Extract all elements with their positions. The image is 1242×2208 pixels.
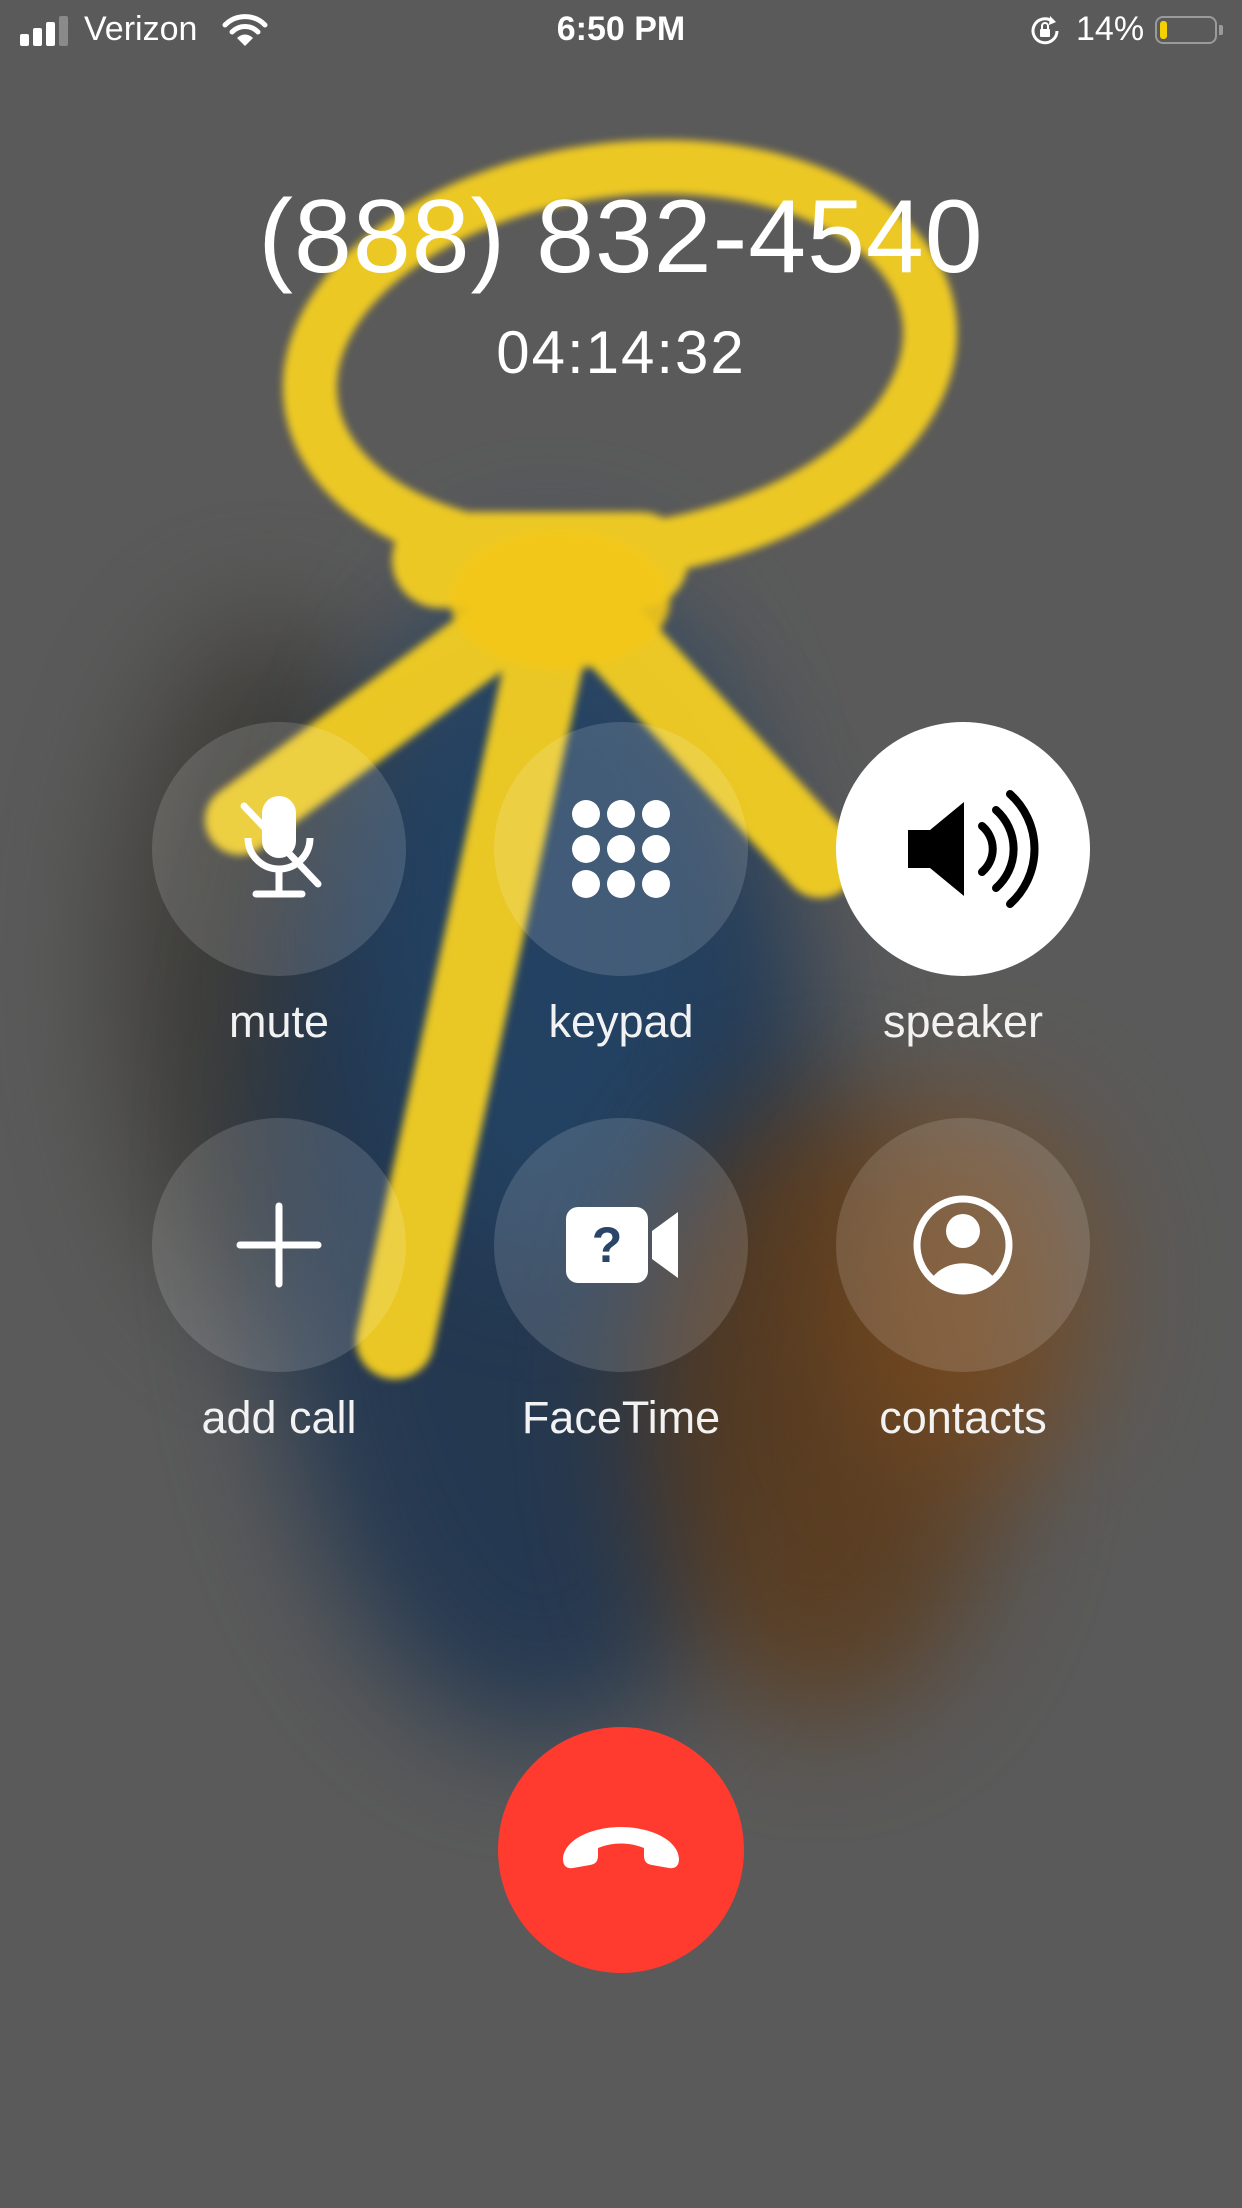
add-call-label: add call bbox=[201, 1392, 357, 1443]
svg-text:?: ? bbox=[592, 1217, 623, 1273]
caller-number: (888) 832-4540 bbox=[258, 179, 984, 295]
battery-icon bbox=[1155, 16, 1217, 44]
keypad-grid-icon bbox=[572, 800, 670, 898]
battery-cap bbox=[1219, 25, 1223, 35]
contacts-button[interactable] bbox=[836, 1118, 1090, 1372]
status-bar: Verizon 6:50 PM 14% bbox=[0, 0, 1242, 64]
battery-percent: 14% bbox=[1076, 10, 1145, 48]
contacts-label: contacts bbox=[879, 1392, 1047, 1443]
call-duration: 04:14:32 bbox=[496, 319, 746, 386]
mute-button[interactable] bbox=[152, 722, 406, 976]
keypad-label: keypad bbox=[548, 996, 694, 1047]
microphone-slash-icon bbox=[240, 796, 322, 898]
plus-icon bbox=[236, 1202, 322, 1288]
facetime-label: FaceTime bbox=[521, 1392, 721, 1443]
keypad-button[interactable] bbox=[494, 722, 748, 976]
speaker-label: speaker bbox=[882, 996, 1044, 1047]
rotation-lock-icon bbox=[1031, 16, 1059, 45]
speaker-volume-icon bbox=[908, 790, 1039, 908]
speaker-button[interactable] bbox=[836, 722, 1090, 976]
end-call-button[interactable] bbox=[498, 1727, 744, 1973]
mute-label: mute bbox=[228, 996, 330, 1047]
hang-up-phone-icon bbox=[563, 1827, 679, 1869]
battery-level bbox=[1160, 21, 1167, 39]
facetime-unavailable-icon: ? bbox=[566, 1207, 678, 1283]
add-call-button[interactable] bbox=[152, 1118, 406, 1372]
contact-person-icon bbox=[913, 1195, 1013, 1295]
facetime-button[interactable]: ? bbox=[494, 1118, 748, 1372]
